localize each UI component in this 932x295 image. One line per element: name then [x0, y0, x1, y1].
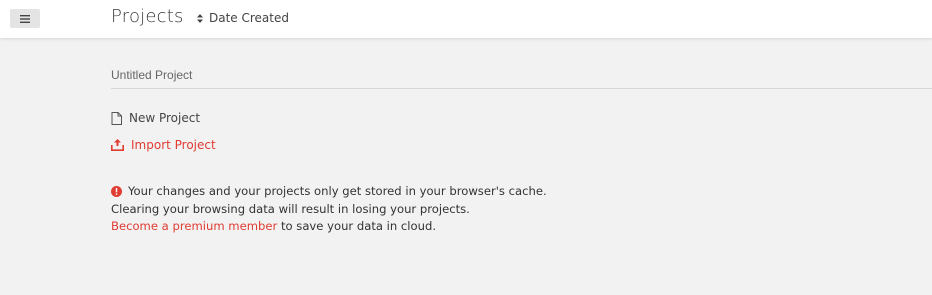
notice-text-3: to save your data in cloud. — [277, 219, 437, 233]
new-project-label: New Project — [129, 111, 201, 125]
notice-line-3: Become a premium member to save your dat… — [111, 218, 547, 236]
notice-text-2: Clearing your browsing data will result … — [111, 201, 470, 216]
document-icon — [111, 111, 122, 125]
premium-member-link[interactable]: Become a premium member — [111, 218, 277, 236]
top-bar: Projects Date Created — [0, 0, 932, 38]
new-project-button[interactable]: New Project — [111, 111, 200, 125]
main-content: Untitled Project New Project Import Proj… — [0, 38, 932, 295]
import-project-button[interactable]: Import Project — [111, 138, 216, 152]
hamburger-icon — [20, 14, 30, 23]
import-project-label: Import Project — [131, 138, 216, 152]
alert-circle-icon — [111, 186, 122, 198]
menu-button[interactable] — [10, 9, 40, 28]
upload-tray-icon — [111, 139, 124, 151]
project-item[interactable]: Untitled Project — [111, 68, 932, 89]
notice-line-2: Clearing your browsing data will result … — [111, 201, 547, 219]
notice-text-1: Your changes and your projects only get … — [128, 184, 547, 198]
notice-line-1: Your changes and your projects only get … — [111, 183, 547, 201]
sort-arrows-icon — [197, 13, 203, 23]
sort-dropdown[interactable]: Date Created — [197, 11, 289, 25]
storage-notice: Your changes and your projects only get … — [111, 183, 547, 236]
page-title: Projects — [111, 6, 184, 27]
sort-label: Date Created — [209, 11, 289, 25]
